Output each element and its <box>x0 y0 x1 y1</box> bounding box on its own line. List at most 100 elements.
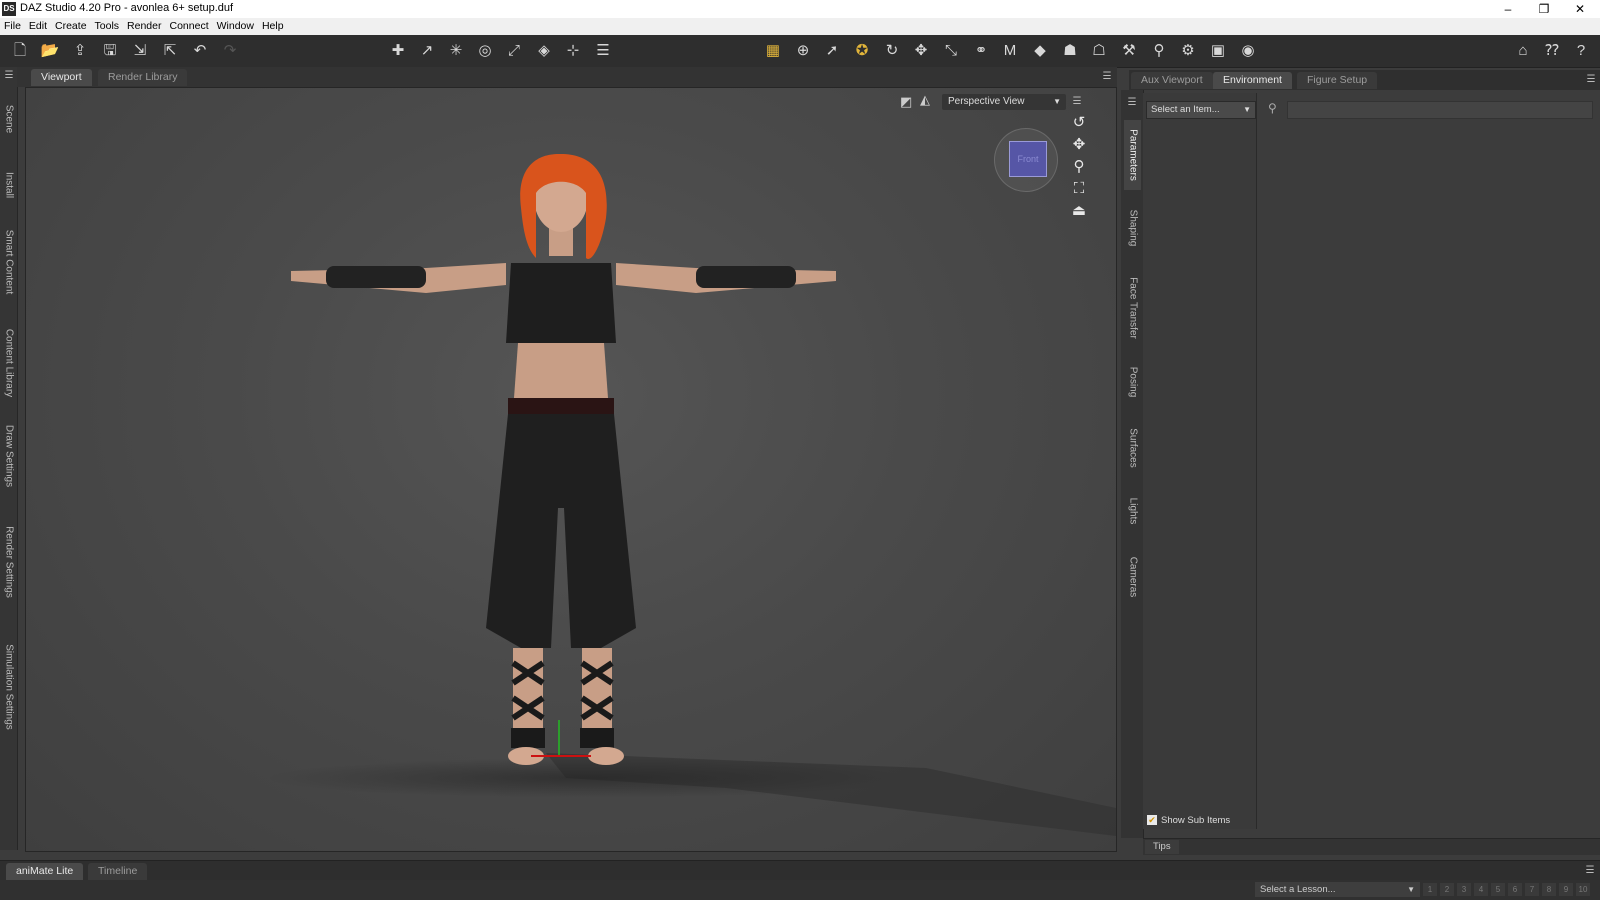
import-icon[interactable]: ⇲ <box>129 40 151 62</box>
lesson-step[interactable]: 4 <box>1474 883 1488 896</box>
pan-icon[interactable]: ✥ <box>1069 136 1089 154</box>
align-icon[interactable]: ☰ <box>592 40 614 62</box>
lesson-step[interactable]: 2 <box>1440 883 1454 896</box>
tab-cameras[interactable]: Cameras <box>1124 542 1141 612</box>
bottom-pane-menu-icon[interactable]: ☰ <box>1584 866 1596 876</box>
new-null-icon[interactable]: ⊹ <box>562 40 584 62</box>
tab-viewport[interactable]: Viewport <box>31 69 92 86</box>
pose-tool-icon[interactable]: ⚙ <box>1177 40 1199 62</box>
tab-draw-settings[interactable]: Draw Settings <box>0 411 17 501</box>
pointer-icon[interactable]: ➚ <box>821 40 843 62</box>
merge-icon[interactable]: ⇪ <box>69 40 91 62</box>
reset-view-icon[interactable]: ⏏ <box>1069 202 1089 220</box>
tab-content-library[interactable]: Content Library <box>0 313 17 413</box>
surface-tool-icon[interactable]: ☗ <box>1059 40 1081 62</box>
menu-window[interactable]: Window <box>213 18 258 35</box>
minimize-button[interactable]: – <box>1490 0 1526 18</box>
scale-icon[interactable]: ⤡ <box>940 40 962 62</box>
camera-select-icon[interactable]: ◭ <box>920 92 930 108</box>
menu-help[interactable]: Help <box>258 18 288 35</box>
translate-icon[interactable]: ✥ <box>910 40 932 62</box>
morph-tool-icon[interactable]: M <box>999 40 1021 62</box>
parameters-search-input[interactable] <box>1287 101 1593 119</box>
whats-this-icon[interactable]: ⁇ <box>1541 40 1563 62</box>
tab-simulation-settings[interactable]: Simulation Settings <box>0 622 17 752</box>
view-mode-select[interactable]: Perspective View ▼ <box>942 94 1066 110</box>
select-item-dropdown[interactable]: Select an Item... ▼ <box>1146 101 1256 119</box>
lesson-select[interactable]: Select a Lesson... ▼ <box>1255 882 1420 897</box>
open-file-icon[interactable]: 📂 <box>39 40 61 62</box>
home-icon[interactable]: ⌂ <box>1512 40 1534 62</box>
restore-button[interactable]: ❐ <box>1526 0 1562 18</box>
pane-menu-icon[interactable]: ☰ <box>3 71 15 81</box>
node-select-icon[interactable]: ▦ <box>762 40 784 62</box>
tab-lights[interactable]: Lights <box>1124 486 1141 536</box>
tab-install[interactable]: Install <box>0 155 17 215</box>
new-light-icon[interactable]: ✳ <box>445 40 467 62</box>
tab-parameters[interactable]: Parameters <box>1124 120 1141 190</box>
new-figure-icon[interactable]: ✚ <box>387 40 409 62</box>
universal-tool-icon[interactable]: ⊕ <box>792 40 814 62</box>
right-pane-menu-icon[interactable]: ☰ <box>1585 75 1597 85</box>
nav-cube-front[interactable]: Front <box>1009 141 1047 177</box>
help-icon[interactable]: ? <box>1570 40 1592 62</box>
menu-render[interactable]: Render <box>123 18 165 35</box>
save-icon[interactable]: 🖫 <box>99 40 121 62</box>
new-point-light-icon[interactable]: ◎ <box>474 40 496 62</box>
lesson-step[interactable]: 3 <box>1457 883 1471 896</box>
show-sub-items-checkbox[interactable]: ✔ Show Sub Items <box>1147 815 1230 826</box>
rotate-icon[interactable]: ↻ <box>881 40 903 62</box>
orbit-icon[interactable]: ↺ <box>1069 114 1089 132</box>
render-settings-icon[interactable]: ⚒ <box>1118 40 1140 62</box>
menu-tools[interactable]: Tools <box>91 18 124 35</box>
menu-file[interactable]: File <box>0 18 25 35</box>
select-tool-icon[interactable]: ⚲ <box>1148 40 1170 62</box>
frame-icon[interactable]: ⛶ <box>1069 180 1089 198</box>
tab-tips[interactable]: Tips <box>1145 840 1179 854</box>
new-spotlight-icon[interactable]: ↗ <box>416 40 438 62</box>
tab-face-transfer[interactable]: Face Transfer <box>1124 268 1141 348</box>
tab-aux-viewport[interactable]: Aux Viewport <box>1131 72 1213 89</box>
tab-timeline[interactable]: Timeline <box>88 863 148 880</box>
lesson-step[interactable]: 1 <box>1423 883 1437 896</box>
panel-menu-icon[interactable]: ☰ <box>1126 98 1138 108</box>
tab-figure-setup[interactable]: Figure Setup <box>1297 72 1378 89</box>
lesson-step[interactable]: 10 <box>1576 883 1590 896</box>
tab-render-library[interactable]: Render Library <box>98 69 188 86</box>
tab-posing[interactable]: Posing <box>1124 352 1141 412</box>
tab-environment[interactable]: Environment <box>1213 72 1292 89</box>
lesson-step[interactable]: 6 <box>1508 883 1522 896</box>
tab-scene[interactable]: Scene <box>0 89 17 149</box>
3d-viewport[interactable]: ◩ ◭ Perspective View ▼ ☰ Front ↺ ✥ ⚲ ⛶ ⏏ <box>25 87 1117 852</box>
close-button[interactable]: ✕ <box>1562 0 1598 18</box>
lesson-step[interactable]: 7 <box>1525 883 1539 896</box>
tab-render-settings[interactable]: Render Settings <box>0 507 17 617</box>
new-camera-icon[interactable]: ⤢ <box>503 40 525 62</box>
export-icon[interactable]: ⇱ <box>159 40 181 62</box>
joint-editor-icon[interactable]: ⚭ <box>970 40 992 62</box>
zoom-icon[interactable]: ⚲ <box>1069 158 1089 176</box>
lesson-step[interactable]: 5 <box>1491 883 1505 896</box>
render-icon[interactable]: ▣ <box>1207 40 1229 62</box>
geometry-tool-icon[interactable]: ◆ <box>1029 40 1051 62</box>
new-primitive-icon[interactable]: ◈ <box>533 40 555 62</box>
tab-shaping[interactable]: Shaping <box>1124 198 1141 258</box>
menu-edit[interactable]: Edit <box>25 18 51 35</box>
undo-icon[interactable]: ↶ <box>189 40 211 62</box>
redo-icon[interactable]: ↷ <box>219 40 241 62</box>
draw-style-icon[interactable]: ◩ <box>900 94 912 110</box>
lesson-step[interactable]: 8 <box>1542 883 1556 896</box>
tab-surfaces[interactable]: Surfaces <box>1124 418 1141 478</box>
search-icon: ⚲ <box>1268 101 1277 115</box>
menu-create[interactable]: Create <box>51 18 91 35</box>
tab-smart-content[interactable]: Smart Content <box>0 217 17 307</box>
viewport-pane-menu-icon[interactable]: ☰ <box>1101 72 1113 82</box>
figure-icon[interactable]: ☖ <box>1088 40 1110 62</box>
camera-icon[interactable]: ◉ <box>1237 40 1259 62</box>
new-file-icon[interactable]: 🗋 <box>9 40 31 62</box>
menu-connect[interactable]: Connect <box>166 18 213 35</box>
rotate-tool-icon[interactable]: ✪ <box>851 40 873 62</box>
viewport-menu-icon[interactable]: ☰ <box>1071 97 1083 107</box>
tab-animate-lite[interactable]: aniMate Lite <box>6 863 84 880</box>
lesson-step[interactable]: 9 <box>1559 883 1573 896</box>
